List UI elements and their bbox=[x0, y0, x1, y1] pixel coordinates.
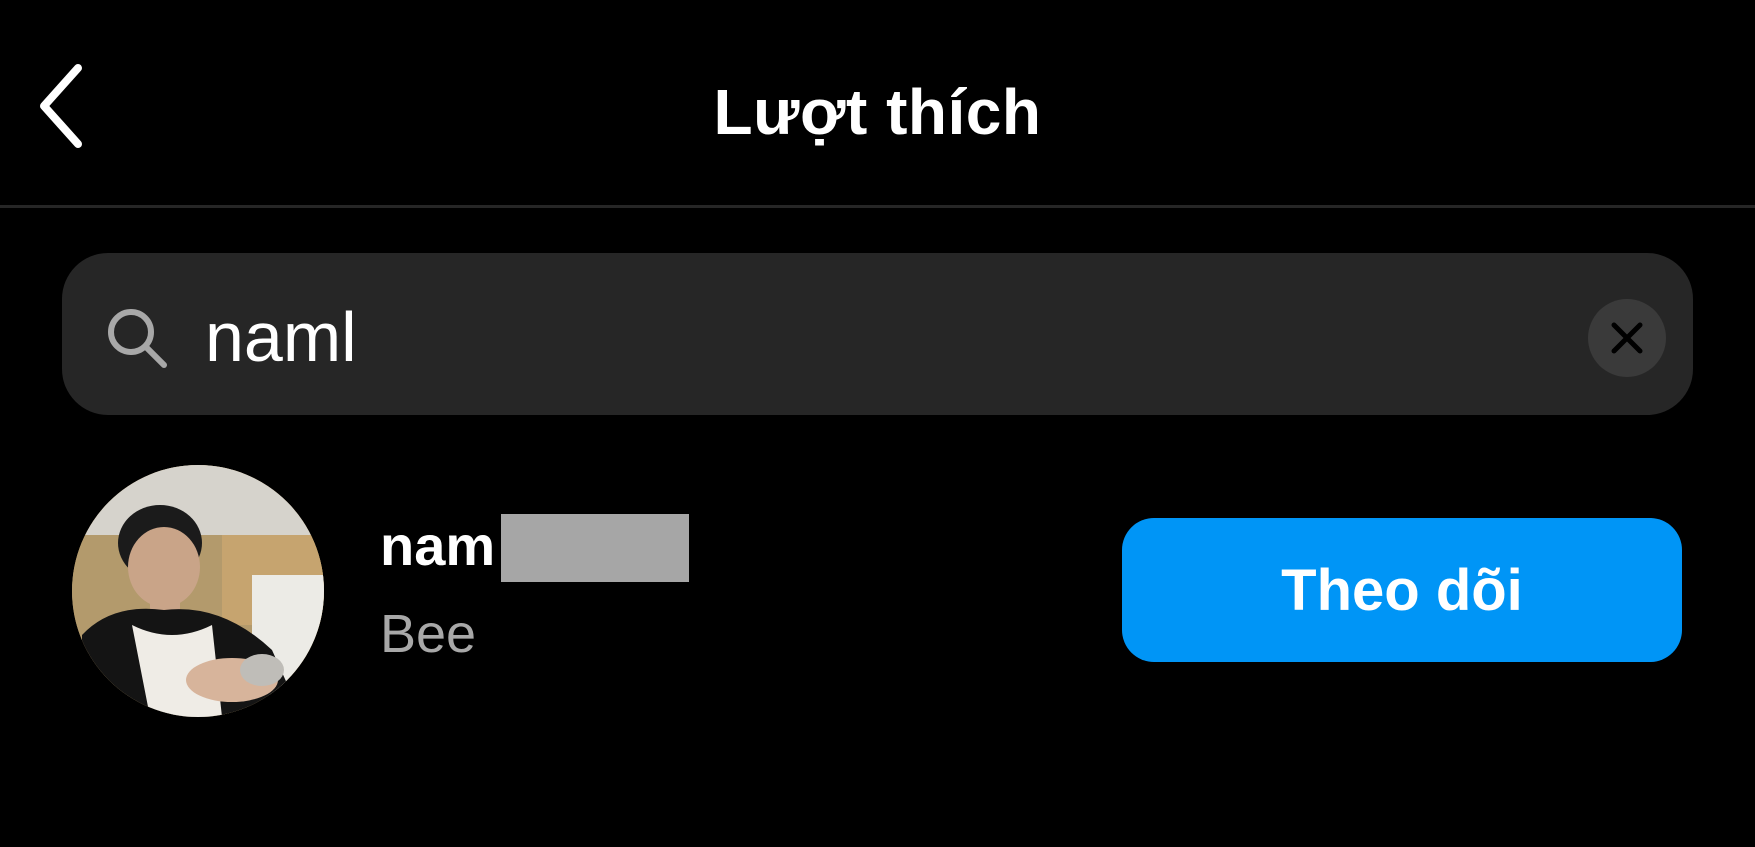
search-input[interactable] bbox=[205, 293, 1555, 381]
username[interactable]: nam bbox=[380, 510, 495, 582]
page-title: Lượt thích bbox=[713, 76, 1042, 148]
username-redaction bbox=[501, 514, 690, 582]
search-icon bbox=[108, 309, 167, 368]
full-name: Bee bbox=[380, 604, 477, 664]
follow-button[interactable]: Theo dõi bbox=[1122, 518, 1682, 662]
profile-photo bbox=[72, 465, 324, 717]
clear-search-button[interactable] bbox=[1588, 299, 1666, 377]
header-bar: Lượt thích bbox=[0, 0, 1755, 208]
close-icon bbox=[1611, 322, 1643, 354]
avatar[interactable] bbox=[72, 465, 324, 717]
username-row[interactable]: nam bbox=[380, 510, 690, 582]
